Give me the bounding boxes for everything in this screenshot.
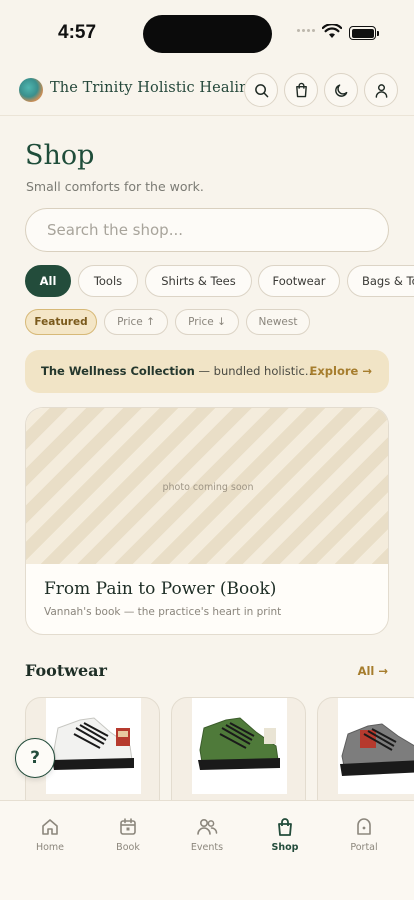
featured-product-title: From Pain to Power (Book) — [44, 579, 277, 599]
search-button[interactable] — [244, 73, 278, 107]
tab-label: Events — [190, 842, 224, 853]
sort-price-ascending[interactable]: Price ↑ — [104, 309, 168, 335]
tab-label: Portal — [350, 842, 378, 853]
people-icon — [197, 818, 218, 835]
product-image — [192, 698, 287, 794]
calendar-icon — [120, 818, 136, 835]
shopping-bag-icon — [295, 82, 307, 98]
footwear-section-title: Footwear — [25, 661, 107, 680]
moon-icon — [334, 83, 347, 97]
category-chip-tools[interactable]: Tools — [78, 265, 138, 297]
tab-label: Shop — [271, 842, 299, 853]
bottom-tab-bar: Home Book Events Shop Portal — [0, 800, 414, 900]
page-title: Shop — [25, 140, 95, 171]
tab-home[interactable]: Home — [15, 817, 85, 863]
dynamic-island — [143, 15, 272, 53]
home-icon — [42, 819, 58, 835]
footwear-see-all-link[interactable]: All → — [358, 664, 388, 678]
tab-shop[interactable]: Shop — [250, 817, 320, 863]
page-subtitle: Small comforts for the work. — [26, 179, 204, 194]
high-top-sneaker-gray-image — [340, 723, 414, 776]
tab-book[interactable]: Book — [93, 817, 163, 863]
product-photo-placeholder: photo coming soon — [26, 408, 388, 564]
portal-lock-icon — [357, 818, 371, 835]
user-icon — [375, 83, 387, 98]
product-image — [338, 698, 414, 794]
category-chips: All Tools Shirts & Tees Footwear Bags & … — [0, 265, 414, 297]
cellular-signal-icon — [297, 29, 315, 32]
account-button[interactable] — [364, 73, 398, 107]
battery-icon — [349, 26, 379, 40]
help-button[interactable]: ? — [15, 738, 55, 778]
app-header: The Trinity Holistic Healing — [0, 64, 414, 116]
high-top-sneaker-white-image — [52, 717, 134, 770]
brand-name[interactable]: The Trinity Holistic Healing — [50, 80, 258, 96]
brand-logo-icon[interactable] — [19, 78, 43, 102]
category-chip-footwear[interactable]: Footwear — [258, 265, 340, 297]
status-time: 4:57 — [58, 22, 97, 43]
shopping-bag-icon — [278, 818, 292, 836]
sort-newest[interactable]: Newest — [246, 309, 310, 335]
cart-button[interactable] — [284, 73, 318, 107]
wellness-collection-banner[interactable]: The Wellness Collection — bundled holist… — [25, 350, 389, 393]
search-icon — [254, 83, 268, 97]
tab-events[interactable]: Events — [172, 817, 242, 863]
tab-label: Home — [35, 842, 65, 853]
photo-placeholder-label: photo coming soon — [162, 482, 254, 493]
banner-explore-link[interactable]: Explore → — [310, 364, 372, 378]
banner-description: — bundled holistic… — [194, 364, 317, 378]
tab-label: Book — [116, 842, 140, 853]
category-chip-all[interactable]: All — [25, 265, 71, 297]
product-image — [46, 698, 141, 794]
theme-toggle-button[interactable] — [324, 73, 358, 107]
tab-portal[interactable]: Portal — [329, 817, 399, 863]
sort-featured[interactable]: Featured — [25, 309, 97, 335]
category-chip-bags-totes[interactable]: Bags & Totes — [347, 265, 414, 297]
banner-text: The Wellness Collection — bundled holist… — [41, 364, 316, 378]
banner-title: The Wellness Collection — [41, 364, 195, 378]
wifi-icon — [322, 24, 342, 38]
category-chip-shirts-tees[interactable]: Shirts & Tees — [145, 265, 252, 297]
featured-product-subtitle: Vannah's book — the practice's heart in … — [44, 606, 282, 618]
status-bar: 4:57 — [0, 0, 414, 64]
sort-price-descending[interactable]: Price ↓ — [175, 309, 239, 335]
featured-product-card[interactable]: photo coming soon From Pain to Power (Bo… — [25, 407, 389, 635]
search-input[interactable] — [25, 208, 389, 252]
high-top-sneaker-green-image — [198, 717, 280, 770]
